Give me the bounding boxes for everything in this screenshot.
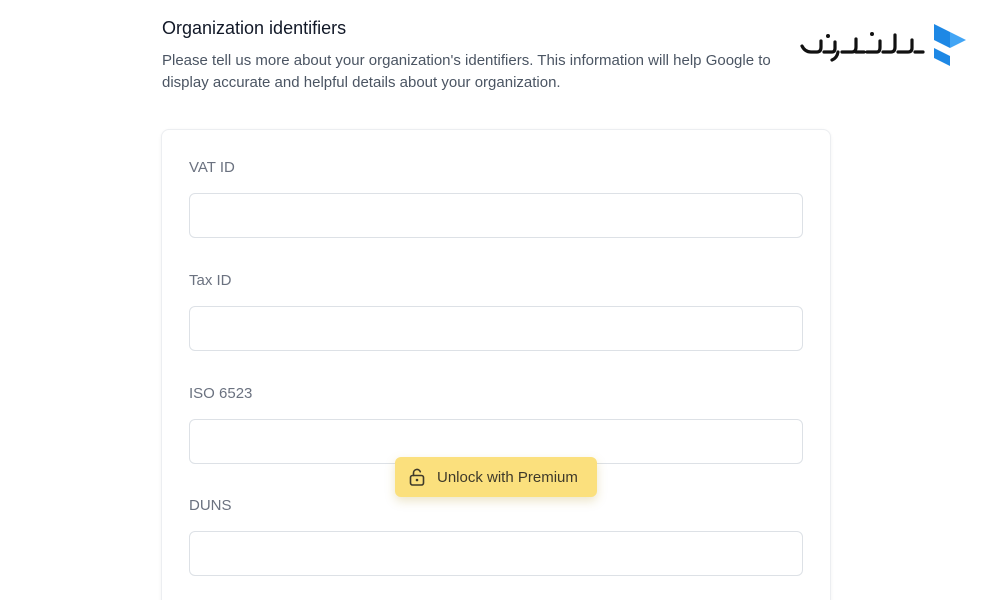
section-description: Please tell us more about your organizat… (162, 52, 771, 91)
brand-watermark-logo (800, 24, 966, 66)
vat-id-label: VAT ID (189, 159, 235, 176)
iso-6523-field: ISO 6523 (189, 383, 803, 464)
tax-id-input[interactable] (189, 306, 803, 351)
tax-id-field: Tax ID (189, 270, 803, 351)
section-title: Organization identifiers (162, 18, 347, 38)
duns-label: DUNS (189, 497, 232, 514)
identifiers-card: VAT ID Tax ID ISO 6523 DUNS (161, 129, 831, 600)
unlock-premium-label: Unlock with Premium (437, 468, 578, 486)
duns-field: DUNS (189, 495, 803, 576)
unlock-premium-button[interactable]: Unlock with Premium (395, 457, 597, 497)
unlock-icon (407, 467, 427, 487)
page: Organization identifiers Please tell us … (0, 0, 1000, 600)
tax-id-label: Tax ID (189, 272, 232, 289)
vat-id-field: VAT ID (189, 157, 803, 238)
duns-input[interactable] (189, 531, 803, 576)
iso-6523-label: ISO 6523 (189, 385, 253, 402)
vat-id-input[interactable] (189, 193, 803, 238)
